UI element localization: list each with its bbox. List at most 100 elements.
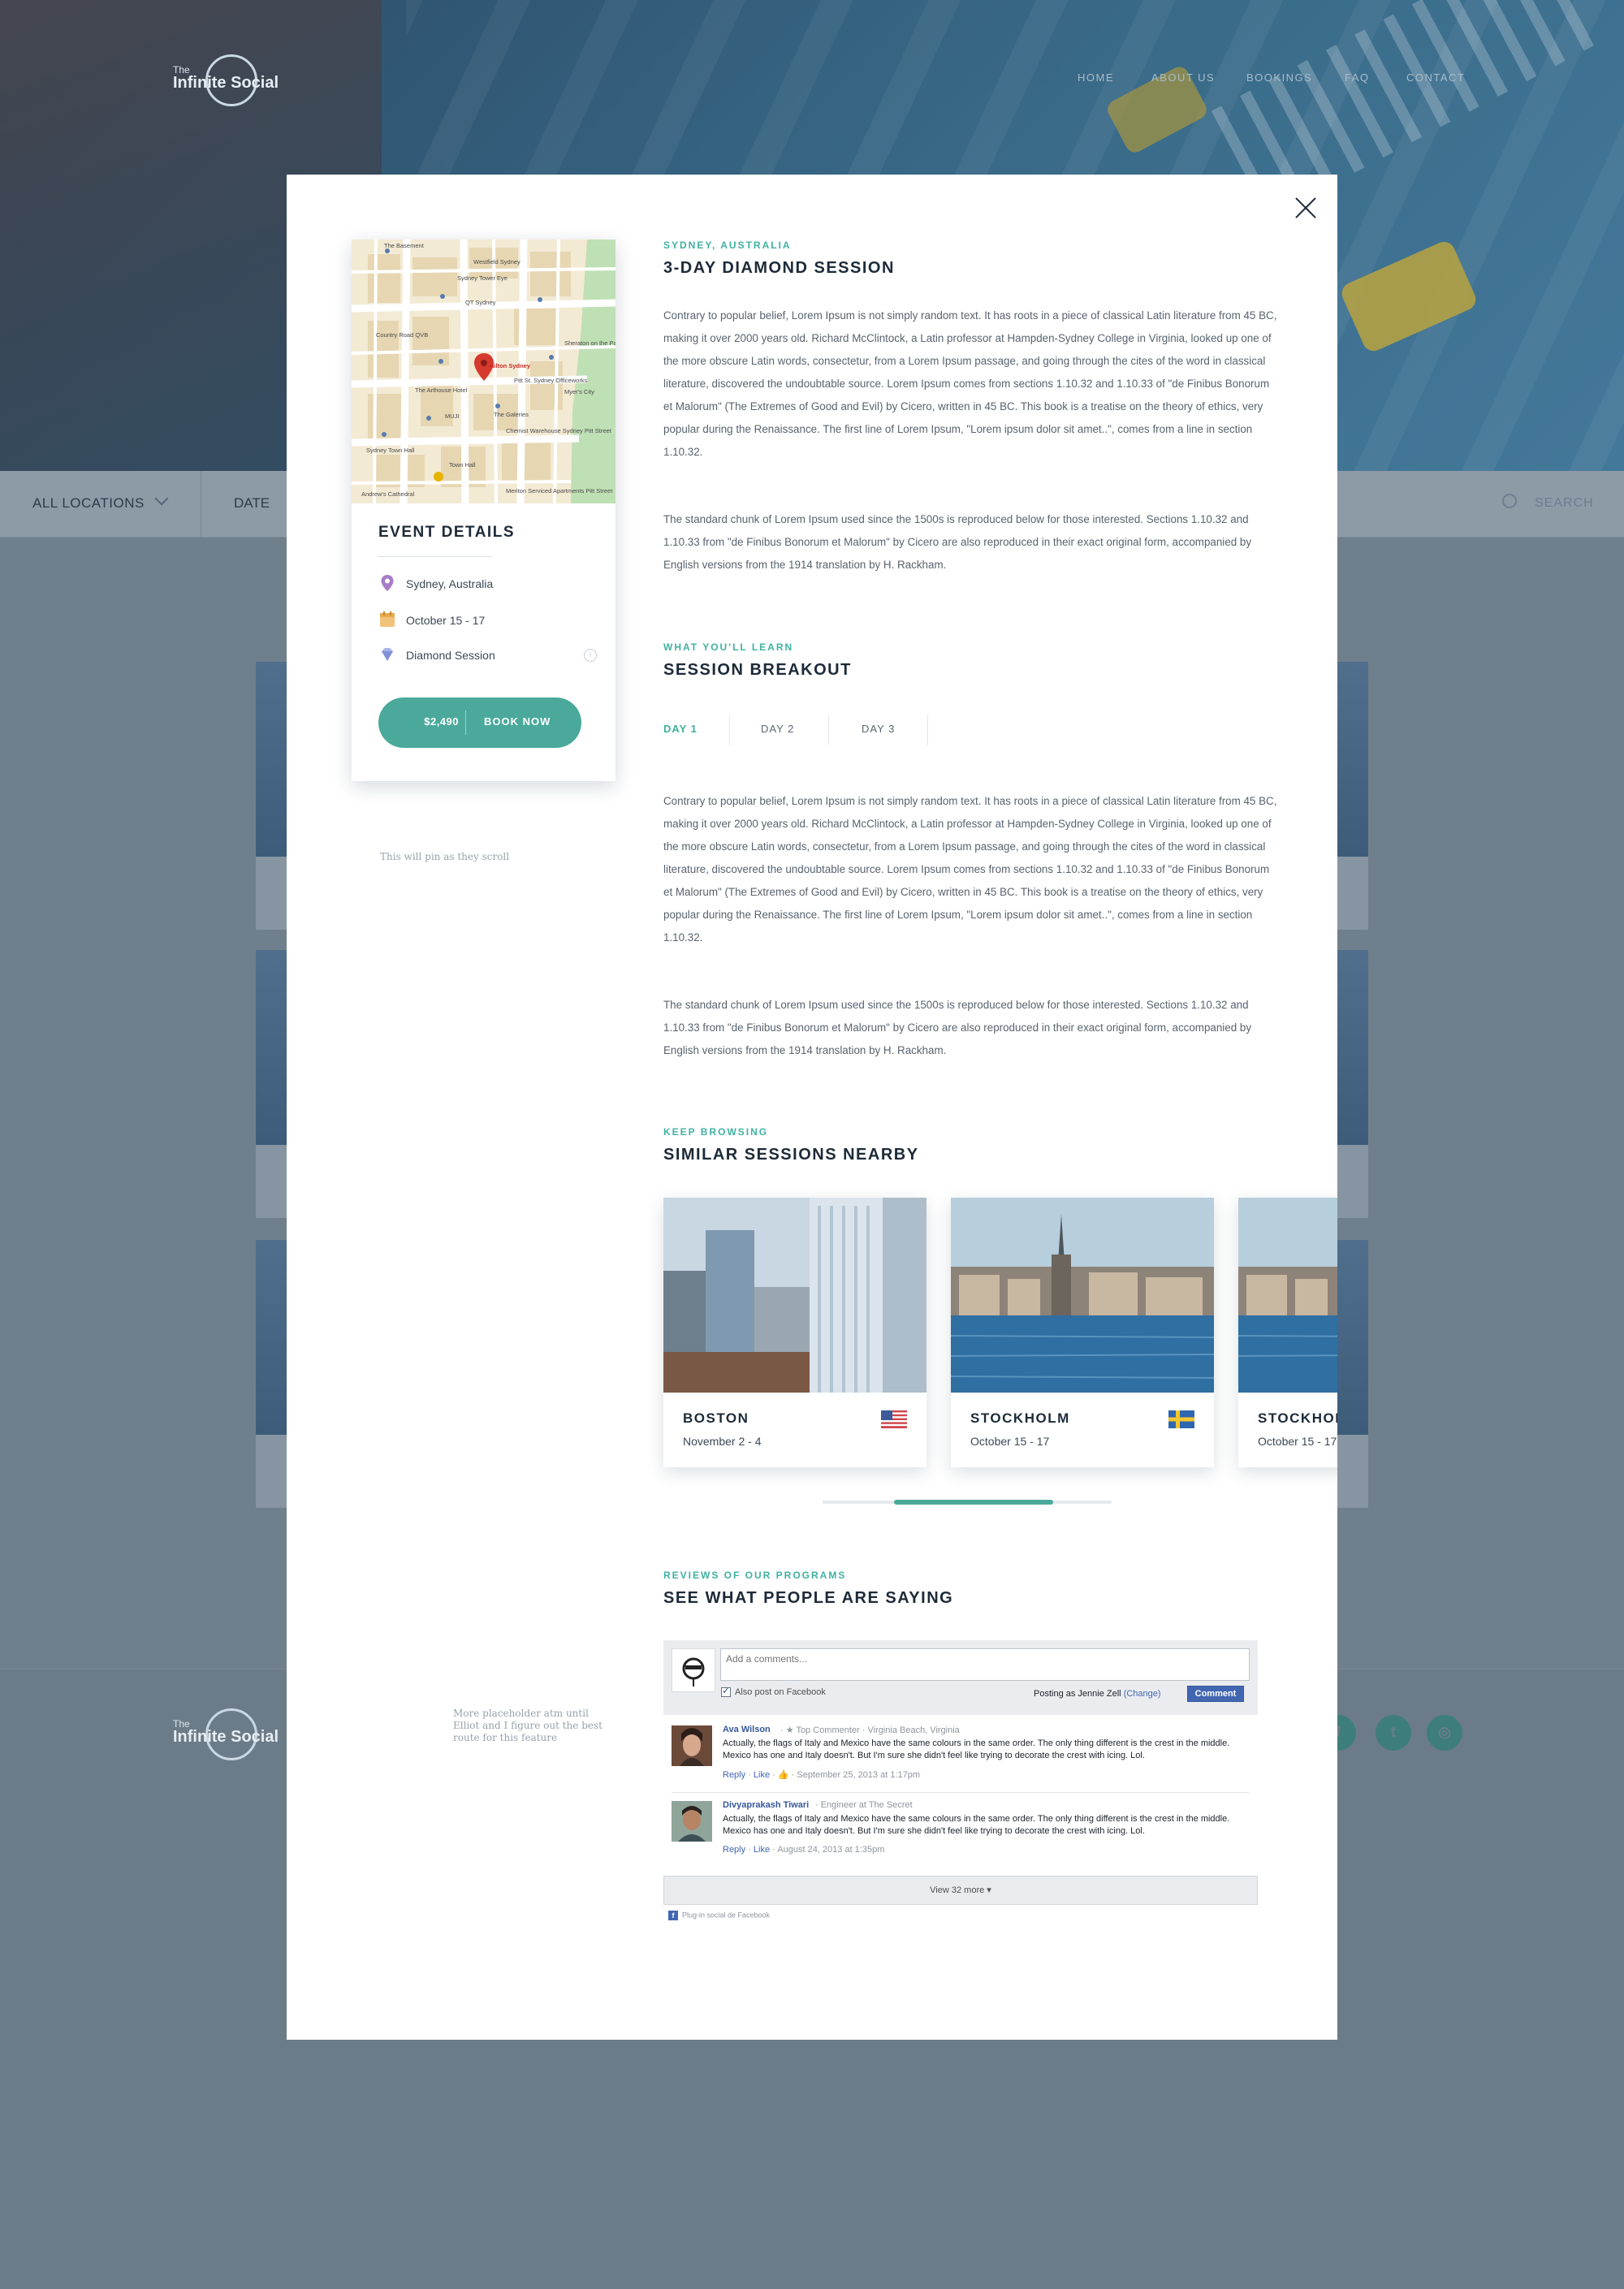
avatar[interactable] [672,1801,712,1842]
footer-logo[interactable]: The Infinite Social [173,1707,287,1764]
tab-divider [927,715,928,745]
map-label: Country Road QVB [376,331,428,339]
intro-paragraph-2: The standard chunk of Lorem Ipsum used s… [663,513,1252,571]
location-eyebrow: SYDNEY, AUSTRALIA [663,240,792,251]
location-pin-icon [381,575,394,591]
map-label: Sydney Tower Eye [457,274,508,282]
event-session-type: Diamond Session [406,649,495,662]
city-photo [1238,1198,1337,1393]
like-link[interactable]: Like [754,1770,770,1780]
reply-link[interactable]: Reply [723,1770,745,1780]
comment-text: Actually, the flags of Italy and Mexico … [723,1738,1230,1760]
map-label: The Basement [384,242,425,249]
map-label: Chemist Warehouse Sydney Pitt Street [506,427,612,434]
map-image: The Basement Westfield Sydney Sydney Tower… [352,240,615,503]
comment-date: · September 25, 2013 at 1:17pm [791,1770,921,1780]
commenter-name[interactable]: Divyaprakash Tiwari [723,1800,809,1810]
book-now-button[interactable]: $2,490 BOOK NOW [378,697,581,748]
site-logo[interactable]: The Infinite Social [173,53,287,110]
also-post-checkbox[interactable] [721,1685,731,1697]
logo-text: Infinite Social [173,74,279,92]
card-dates: November 2 - 4 [683,1435,762,1448]
similar-eyebrow: KEEP BROWSING [663,1126,769,1138]
book-now-label: BOOK NOW [484,715,551,728]
date-filter[interactable]: DATE [234,495,270,512]
instagram-icon[interactable]: ◎ [1427,1715,1462,1751]
session-card-stockholm[interactable]: STOCKHOLM October 15 - 17 [951,1198,1214,1467]
comment-text: Actually, the flags of Italy and Mexico … [723,1814,1230,1836]
info-icon[interactable]: i [584,649,597,662]
card-city: BOSTON [683,1410,749,1426]
top-nav: HOME ABOUT US BOOKINGS FAQ CONTACT [1056,71,1478,88]
event-location-row: Sydney, Australia [378,574,598,594]
session-card-stockholm[interactable]: STOCKHOLM October 15 - 17 [1238,1198,1337,1467]
carousel-scroll-thumb[interactable] [894,1500,1053,1505]
event-location: Sydney, Australia [406,577,494,590]
reviews-eyebrow: REVIEWS OF OUR PROGRAMS [663,1570,847,1581]
card-dates: October 15 - 17 [970,1435,1050,1448]
search-input[interactable]: SEARCH [1535,496,1594,511]
session-modal: The Basement Westfield Sydney Sydney Tower… [287,175,1337,2040]
comment-button[interactable]: Comment [1187,1686,1244,1702]
view-more-label: View 32 more [930,1885,985,1895]
similar-title: SIMILAR SESSIONS NEARBY [663,1146,919,1164]
nav-contact[interactable]: CONTACT [1406,71,1465,84]
nav-home[interactable]: HOME [1078,71,1114,84]
tab-day-1[interactable]: DAY 1 [663,723,698,735]
map-label: The Arthouse Hotel [415,387,468,394]
background-session-card [1336,662,1368,930]
divider [378,556,492,557]
nav-bookings[interactable]: BOOKINGS [1246,71,1312,84]
map-label: Sydney Town Hall [366,447,415,454]
map-label: MUJI [445,412,460,420]
view-more-button[interactable]: View 32 more ▾ [663,1876,1258,1905]
sweden-flag-icon [1168,1410,1194,1428]
tab-day-2[interactable]: DAY 2 [761,723,794,735]
facebook-plugin-label: f Plug-in social de Facebook [668,1911,770,1920]
nav-about-us[interactable]: ABOUT US [1151,71,1215,84]
button-divider [465,710,466,735]
breakout-paragraph-1: Contrary to popular belief, Lorem Ipsum … [663,795,1277,944]
location-map[interactable]: The Basement Westfield Sydney Sydney Tower… [352,240,615,503]
map-label: Town Hall [449,461,476,469]
commenter-meta: · Engineer at The Secret [815,1800,913,1810]
also-post-label: Also post on Facebook [735,1687,826,1697]
card-city: STOCKHOLM [1258,1410,1337,1426]
session-title: 3-DAY DIAMOND SESSION [663,259,895,277]
breakout-paragraph-2: The standard chunk of Lorem Ipsum used s… [663,999,1252,1056]
intro-paragraph-1: Contrary to popular belief, Lorem Ipsum … [663,309,1277,458]
comment: Ava Wilson · ★ Top Commenter · Virginia … [663,1719,1258,1792]
city-photo [663,1198,926,1393]
us-flag-icon [881,1410,907,1428]
reply-link[interactable]: Reply [723,1845,745,1855]
placeholder-note: More placeholder atm until Elliot and I … [453,1708,603,1743]
search-icon[interactable] [1502,494,1517,508]
tab-day-3[interactable]: DAY 3 [862,723,895,735]
event-details-card: The Basement Westfield Sydney Sydney Tower… [352,240,615,781]
session-card-boston[interactable]: BOSTON November 2 - 4 [663,1198,926,1467]
location-filter[interactable]: ALL LOCATIONS [32,495,145,512]
event-type-row: Diamond Session i [378,646,598,665]
comment-actions: Reply · Like · 👍 · September 25, 2013 at… [723,1770,921,1780]
avatar [672,1648,715,1692]
twitter-icon[interactable]: t [1376,1715,1411,1751]
comment-compose-box: Also post on Facebook Posting as Jennie … [663,1640,1258,1715]
price: $2,490 [424,715,459,728]
map-label: Meriton Serviced Apartments Pitt Street [506,487,613,495]
comment-input[interactable] [720,1648,1250,1681]
change-link[interactable]: (Change) [1124,1689,1161,1699]
nav-faq[interactable]: FAQ [1345,71,1370,84]
background-session-card [1336,950,1368,1218]
breakout-eyebrow: WHAT YOU'LL LEARN [663,641,794,653]
chevron-down-icon[interactable] [154,491,169,506]
card-dates: October 15 - 17 [1258,1435,1337,1448]
map-label: QT Sydney [465,299,496,306]
avatar[interactable] [672,1725,712,1766]
map-label: Pitt St. Sydney Officeworks [514,377,588,384]
map-label: Sheraton on the Park [564,339,615,347]
commenter-name[interactable]: Ava Wilson [723,1725,771,1734]
map-label: Myer's City [564,388,594,395]
like-link[interactable]: Like [754,1845,770,1855]
pin-note: This will pin as they scroll [380,851,510,862]
close-icon[interactable] [1294,196,1318,220]
